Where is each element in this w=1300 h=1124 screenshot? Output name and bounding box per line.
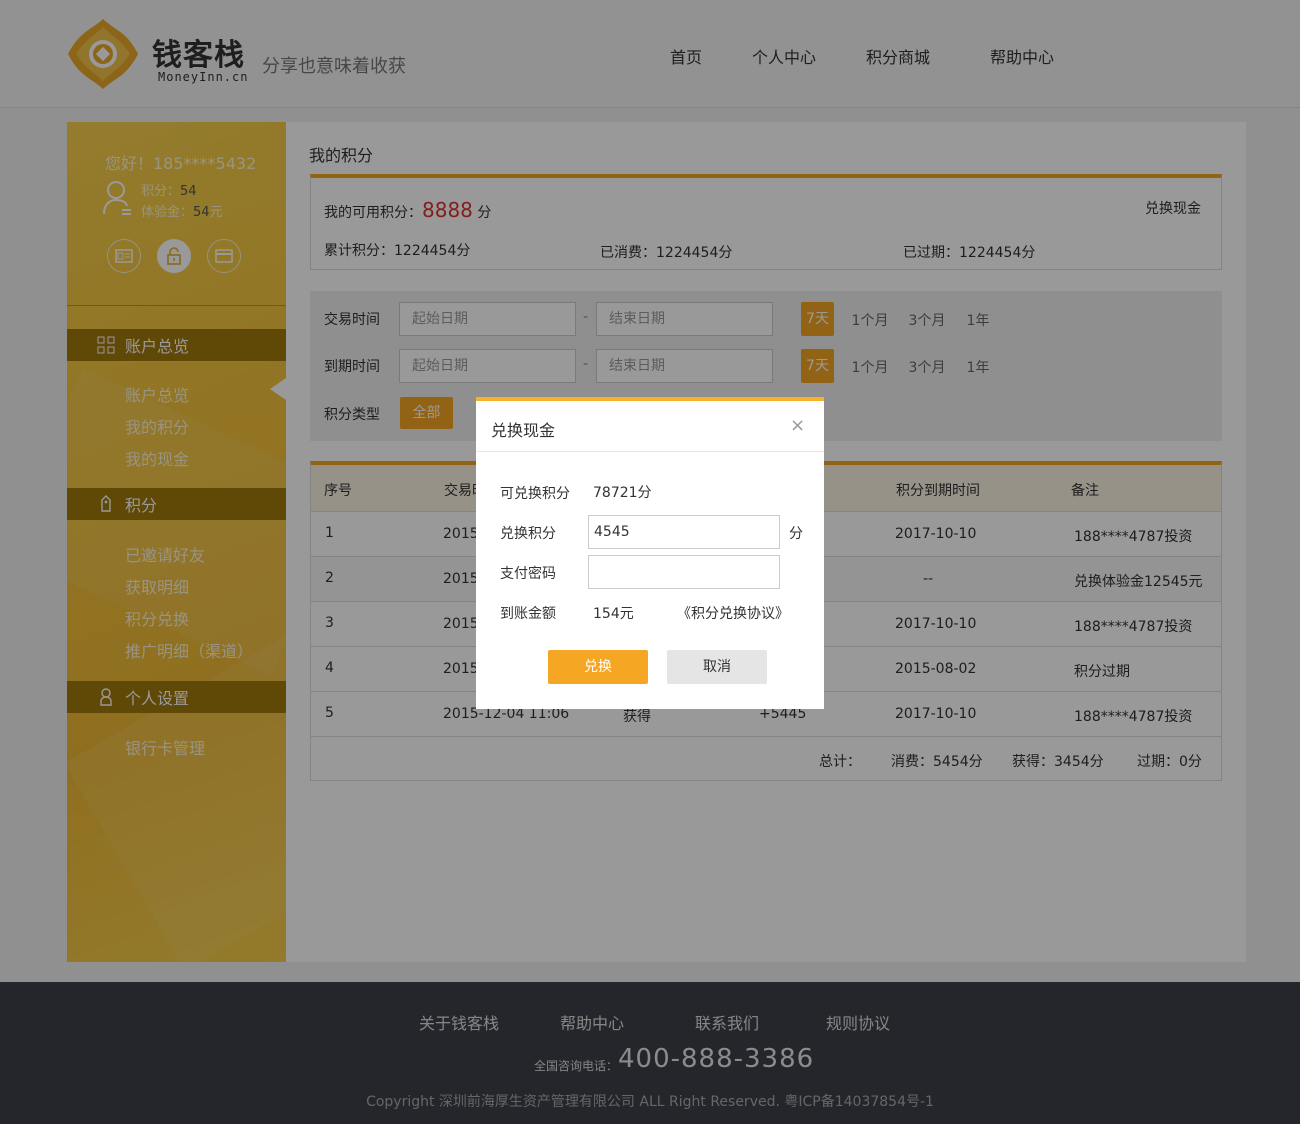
dialog-title: 兑换现金 [491, 421, 556, 440]
exchange-points-unit: 分 [789, 526, 803, 542]
pay-password-input[interactable] [588, 555, 780, 589]
credited-amount-value: 154元 [593, 606, 634, 622]
available-points-label: 可兑换积分 [500, 486, 570, 502]
credited-amount-label: 到账金额 [500, 606, 556, 622]
exchange-cash-dialog: 兑换现金 × 可兑换积分 78721分 兑换积分 分 支付密码 到账金额 154… [476, 397, 824, 709]
dialog-divider [476, 451, 824, 452]
close-icon[interactable]: × [790, 415, 805, 436]
available-points-value: 78721分 [593, 485, 652, 501]
exchange-points-label: 兑换积分 [500, 526, 556, 542]
exchange-points-input[interactable] [588, 515, 780, 549]
cancel-button[interactable]: 取消 [667, 650, 767, 684]
agreement-link[interactable]: 《积分兑换协议》 [677, 603, 789, 623]
confirm-exchange-button[interactable]: 兑换 [548, 650, 648, 684]
pay-password-label: 支付密码 [500, 566, 556, 582]
